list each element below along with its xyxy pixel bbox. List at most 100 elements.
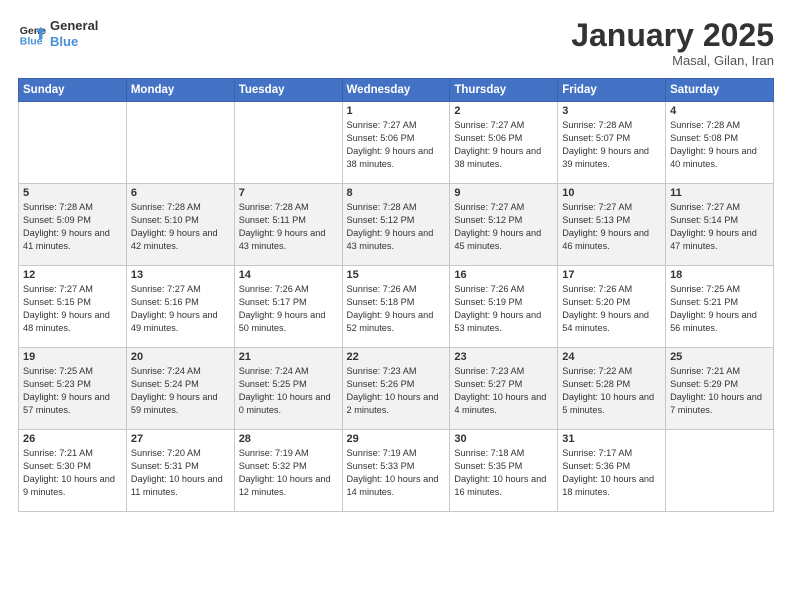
day-info: Sunrise: 7:25 AM Sunset: 5:21 PM Dayligh… [670, 283, 769, 335]
day-number: 28 [239, 433, 338, 445]
day-number: 24 [562, 351, 661, 363]
weekday-header-monday: Monday [126, 79, 234, 102]
day-info: Sunrise: 7:19 AM Sunset: 5:33 PM Dayligh… [347, 447, 446, 499]
calendar-cell: 24 Sunrise: 7:22 AM Sunset: 5:28 PM Dayli… [558, 348, 666, 430]
day-number: 17 [562, 269, 661, 281]
calendar-cell: 19 Sunrise: 7:25 AM Sunset: 5:23 PM Dayli… [19, 348, 127, 430]
calendar-cell: 28 Sunrise: 7:19 AM Sunset: 5:32 PM Dayli… [234, 430, 342, 512]
day-info: Sunrise: 7:23 AM Sunset: 5:27 PM Dayligh… [454, 365, 553, 417]
day-number: 11 [670, 187, 769, 199]
day-number: 25 [670, 351, 769, 363]
day-info: Sunrise: 7:23 AM Sunset: 5:26 PM Dayligh… [347, 365, 446, 417]
calendar-cell: 14 Sunrise: 7:26 AM Sunset: 5:17 PM Dayli… [234, 266, 342, 348]
header: General Blue General Blue January 2025 M… [18, 18, 774, 68]
day-info: Sunrise: 7:27 AM Sunset: 5:06 PM Dayligh… [347, 119, 446, 171]
weekday-header-wednesday: Wednesday [342, 79, 450, 102]
day-info: Sunrise: 7:28 AM Sunset: 5:08 PM Dayligh… [670, 119, 769, 171]
day-number: 19 [23, 351, 122, 363]
day-number: 5 [23, 187, 122, 199]
day-number: 29 [347, 433, 446, 445]
day-info: Sunrise: 7:19 AM Sunset: 5:32 PM Dayligh… [239, 447, 338, 499]
weekday-header-row: SundayMondayTuesdayWednesdayThursdayFrid… [19, 79, 774, 102]
calendar-cell [126, 102, 234, 184]
logo: General Blue General Blue [18, 18, 98, 49]
logo-general: General [50, 18, 98, 34]
calendar-cell: 8Sunrise: 7:28 AM Sunset: 5:12 PM Daylig… [342, 184, 450, 266]
day-number: 26 [23, 433, 122, 445]
day-number: 10 [562, 187, 661, 199]
day-info: Sunrise: 7:26 AM Sunset: 5:19 PM Dayligh… [454, 283, 553, 335]
calendar-cell: 15 Sunrise: 7:26 AM Sunset: 5:18 PM Dayli… [342, 266, 450, 348]
week-row-0: 1 Sunrise: 7:27 AM Sunset: 5:06 PM Daylig… [19, 102, 774, 184]
weekday-header-tuesday: Tuesday [234, 79, 342, 102]
logo-icon: General Blue [18, 20, 46, 48]
weekday-header-sunday: Sunday [19, 79, 127, 102]
day-info: Sunrise: 7:18 AM Sunset: 5:35 PM Dayligh… [454, 447, 553, 499]
day-info: Sunrise: 7:28 AM Sunset: 5:11 PM Dayligh… [239, 201, 338, 253]
day-info: Sunrise: 7:28 AM Sunset: 5:12 PM Dayligh… [347, 201, 446, 253]
day-number: 27 [131, 433, 230, 445]
calendar-cell: 29 Sunrise: 7:19 AM Sunset: 5:33 PM Dayli… [342, 430, 450, 512]
week-row-1: 5 Sunrise: 7:28 AM Sunset: 5:09 PM Daylig… [19, 184, 774, 266]
day-info: Sunrise: 7:25 AM Sunset: 5:23 PM Dayligh… [23, 365, 122, 417]
calendar-cell: 5 Sunrise: 7:28 AM Sunset: 5:09 PM Daylig… [19, 184, 127, 266]
day-number: 13 [131, 269, 230, 281]
day-info: Sunrise: 7:26 AM Sunset: 5:18 PM Dayligh… [347, 283, 446, 335]
calendar-cell [234, 102, 342, 184]
day-info: Sunrise: 7:20 AM Sunset: 5:31 PM Dayligh… [131, 447, 230, 499]
calendar-cell: 10 Sunrise: 7:27 AM Sunset: 5:13 PM Dayli… [558, 184, 666, 266]
day-info: Sunrise: 7:28 AM Sunset: 5:07 PM Dayligh… [562, 119, 661, 171]
calendar-table: SundayMondayTuesdayWednesdayThursdayFrid… [18, 78, 774, 512]
week-row-4: 26 Sunrise: 7:21 AM Sunset: 5:30 PM Dayli… [19, 430, 774, 512]
day-number: 9 [454, 187, 553, 199]
day-number: 4 [670, 105, 769, 117]
calendar-cell: 6Sunrise: 7:28 AM Sunset: 5:10 PM Daylig… [126, 184, 234, 266]
day-info: Sunrise: 7:27 AM Sunset: 5:13 PM Dayligh… [562, 201, 661, 253]
day-number: 1 [347, 105, 446, 117]
calendar-cell: 1 Sunrise: 7:27 AM Sunset: 5:06 PM Daylig… [342, 102, 450, 184]
day-number: 12 [23, 269, 122, 281]
day-info: Sunrise: 7:27 AM Sunset: 5:14 PM Dayligh… [670, 201, 769, 253]
calendar-cell: 31Sunrise: 7:17 AM Sunset: 5:36 PM Dayli… [558, 430, 666, 512]
calendar-cell: 4 Sunrise: 7:28 AM Sunset: 5:08 PM Daylig… [666, 102, 774, 184]
day-number: 23 [454, 351, 553, 363]
calendar-page: General Blue General Blue January 2025 M… [0, 0, 792, 612]
day-number: 3 [562, 105, 661, 117]
day-number: 18 [670, 269, 769, 281]
calendar-cell: 18 Sunrise: 7:25 AM Sunset: 5:21 PM Dayli… [666, 266, 774, 348]
weekday-header-friday: Friday [558, 79, 666, 102]
calendar-title: January 2025 [571, 18, 774, 53]
day-info: Sunrise: 7:21 AM Sunset: 5:29 PM Dayligh… [670, 365, 769, 417]
day-info: Sunrise: 7:28 AM Sunset: 5:09 PM Dayligh… [23, 201, 122, 253]
day-info: Sunrise: 7:26 AM Sunset: 5:17 PM Dayligh… [239, 283, 338, 335]
day-number: 14 [239, 269, 338, 281]
day-number: 30 [454, 433, 553, 445]
calendar-cell: 23 Sunrise: 7:23 AM Sunset: 5:27 PM Dayli… [450, 348, 558, 430]
day-info: Sunrise: 7:27 AM Sunset: 5:15 PM Dayligh… [23, 283, 122, 335]
day-info: Sunrise: 7:21 AM Sunset: 5:30 PM Dayligh… [23, 447, 122, 499]
calendar-cell: 3 Sunrise: 7:28 AM Sunset: 5:07 PM Daylig… [558, 102, 666, 184]
weekday-header-saturday: Saturday [666, 79, 774, 102]
day-info: Sunrise: 7:26 AM Sunset: 5:20 PM Dayligh… [562, 283, 661, 335]
calendar-cell: 26 Sunrise: 7:21 AM Sunset: 5:30 PM Dayli… [19, 430, 127, 512]
calendar-cell: 2Sunrise: 7:27 AM Sunset: 5:06 PM Daylig… [450, 102, 558, 184]
day-info: Sunrise: 7:24 AM Sunset: 5:24 PM Dayligh… [131, 365, 230, 417]
calendar-cell: 20Sunrise: 7:24 AM Sunset: 5:24 PM Dayli… [126, 348, 234, 430]
day-info: Sunrise: 7:22 AM Sunset: 5:28 PM Dayligh… [562, 365, 661, 417]
calendar-cell: 22Sunrise: 7:23 AM Sunset: 5:26 PM Dayli… [342, 348, 450, 430]
calendar-cell [19, 102, 127, 184]
logo-blue: Blue [50, 34, 98, 50]
day-info: Sunrise: 7:17 AM Sunset: 5:36 PM Dayligh… [562, 447, 661, 499]
calendar-cell [666, 430, 774, 512]
day-number: 16 [454, 269, 553, 281]
calendar-cell: 12 Sunrise: 7:27 AM Sunset: 5:15 PM Dayli… [19, 266, 127, 348]
day-number: 6 [131, 187, 230, 199]
calendar-cell: 27 Sunrise: 7:20 AM Sunset: 5:31 PM Dayli… [126, 430, 234, 512]
day-info: Sunrise: 7:27 AM Sunset: 5:06 PM Dayligh… [454, 119, 553, 171]
day-info: Sunrise: 7:27 AM Sunset: 5:16 PM Dayligh… [131, 283, 230, 335]
day-info: Sunrise: 7:27 AM Sunset: 5:12 PM Dayligh… [454, 201, 553, 253]
day-number: 15 [347, 269, 446, 281]
calendar-cell: 16 Sunrise: 7:26 AM Sunset: 5:19 PM Dayli… [450, 266, 558, 348]
day-number: 7 [239, 187, 338, 199]
title-block: January 2025 Masal, Gilan, Iran [571, 18, 774, 68]
